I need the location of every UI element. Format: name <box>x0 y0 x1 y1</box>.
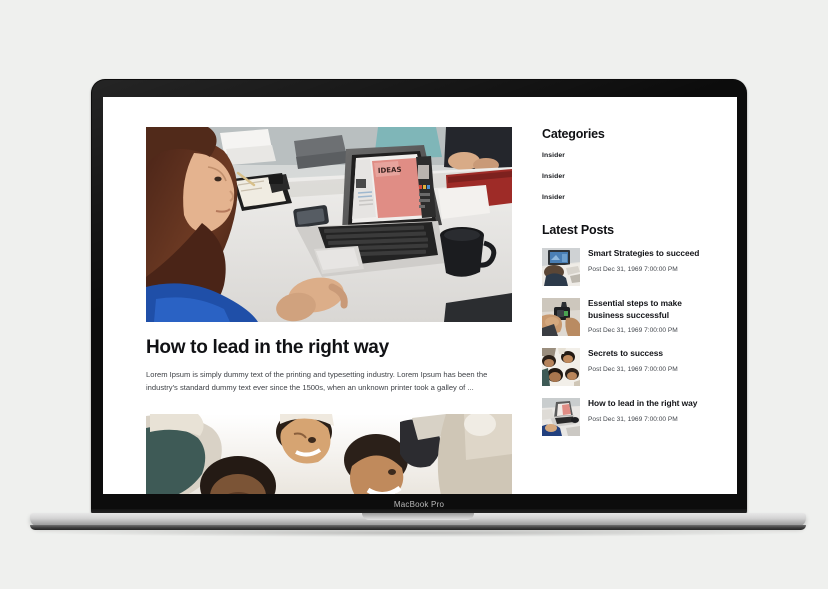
list-item[interactable]: Essential steps to make business success… <box>542 298 708 336</box>
webpage-viewport: IDEAS How to lead in the right way Lorem… <box>103 97 737 494</box>
post-body: Secrets to success Post Dec 31, 1969 7:0… <box>588 348 708 374</box>
list-item[interactable]: Secrets to success Post Dec 31, 1969 7:0… <box>542 348 708 386</box>
list-item[interactable]: How to lead in the right way Post Dec 31… <box>542 398 708 436</box>
post-thumbnail[interactable] <box>542 348 580 386</box>
post-title[interactable]: Secrets to success <box>588 348 708 360</box>
post-thumbnail-graphic <box>542 398 580 436</box>
post-thumbnail[interactable] <box>542 398 580 436</box>
post-meta: Post Dec 31, 1969 7:00:00 PM <box>588 265 678 273</box>
second-article-image[interactable] <box>146 414 512 494</box>
article-excerpt: Lorem Ipsum is simply dummy text of the … <box>146 370 488 393</box>
hero-image-graphic: IDEAS <box>146 127 512 322</box>
post-meta: Post Dec 31, 1969 7:00:00 PM <box>588 327 678 335</box>
post-thumbnail-graphic <box>542 348 580 386</box>
post-meta: Post Dec 31, 1969 7:00:00 PM <box>588 365 678 373</box>
post-meta: Post Dec 31, 1969 7:00:00 PM <box>588 415 678 423</box>
list-item[interactable]: Smart Strategies to succeed Post Dec 31,… <box>542 248 708 286</box>
category-link-3[interactable]: Insider <box>542 194 708 201</box>
categories-heading: Categories <box>542 127 605 141</box>
sidebar: Categories Insider Insider Insider Lates… <box>512 127 708 494</box>
main-article-column: IDEAS How to lead in the right way Lorem… <box>146 127 512 494</box>
post-title[interactable]: Smart Strategies to succeed <box>588 248 708 260</box>
latest-posts-heading: Latest Posts <box>542 223 614 237</box>
laptop-screen: IDEAS How to lead in the right way Lorem… <box>103 97 737 494</box>
laptop-base-notch <box>362 513 474 520</box>
category-link-1[interactable]: Insider <box>542 152 708 159</box>
post-body: How to lead in the right way Post Dec 31… <box>588 398 708 424</box>
post-body: Essential steps to make business success… <box>588 298 708 336</box>
post-thumbnail[interactable] <box>542 248 580 286</box>
category-link-2[interactable]: Insider <box>542 173 708 180</box>
article-title[interactable]: How to lead in the right way <box>146 336 512 359</box>
post-body: Smart Strategies to succeed Post Dec 31,… <box>588 248 708 274</box>
second-image-graphic <box>146 414 512 494</box>
post-title[interactable]: Essential steps to make business success… <box>588 298 708 321</box>
post-thumbnail[interactable] <box>542 298 580 336</box>
laptop-mockup: IDEAS How to lead in the right way Lorem… <box>0 0 828 589</box>
laptop-shadow <box>52 529 784 537</box>
post-thumbnail-graphic <box>542 248 580 286</box>
post-title[interactable]: How to lead in the right way <box>588 398 708 410</box>
svg-text:IDEAS: IDEAS <box>378 166 402 175</box>
content-columns: IDEAS How to lead in the right way Lorem… <box>146 127 708 494</box>
article-hero-image[interactable]: IDEAS <box>146 127 512 322</box>
post-thumbnail-graphic <box>542 298 580 336</box>
